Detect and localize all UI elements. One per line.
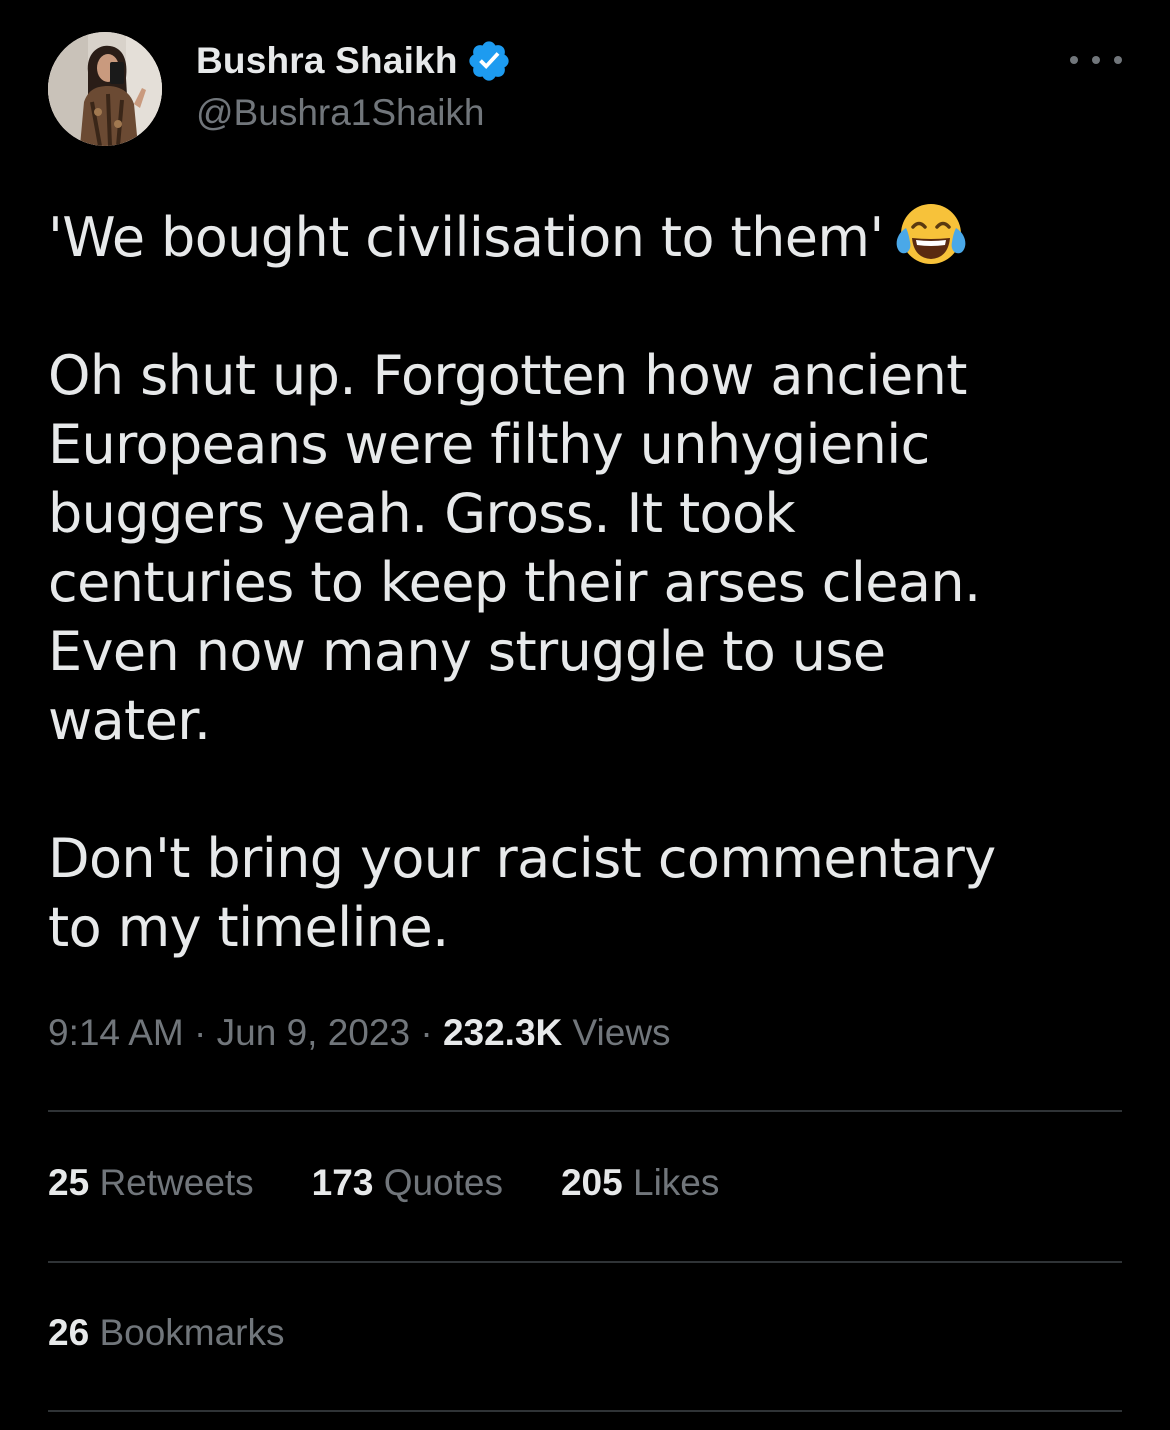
meta-separator: ·	[420, 1012, 433, 1053]
bookmarks-count: 26	[48, 1312, 90, 1353]
divider	[48, 1261, 1122, 1263]
likes-label: Likes	[633, 1162, 720, 1203]
engagement-stats: 25 Retweets 173 Quotes 205 Likes	[48, 1162, 777, 1204]
tweet-date[interactable]: Jun 9, 2023	[217, 1012, 410, 1053]
user-photo-avatar-icon	[48, 32, 162, 146]
retweets-label: Retweets	[99, 1162, 254, 1203]
verified-badge-icon[interactable]	[466, 38, 512, 84]
retweets-stat[interactable]: 25 Retweets	[48, 1162, 254, 1204]
display-name[interactable]: Bushra Shaikh	[196, 40, 458, 82]
more-dot-icon	[1114, 56, 1122, 64]
tweet-line-text: 'We bought civilisation to them'	[48, 206, 884, 269]
tweet-line: water.	[48, 689, 211, 752]
quotes-stat[interactable]: 173 Quotes	[312, 1162, 503, 1204]
more-dot-icon	[1070, 56, 1078, 64]
face-with-tears-of-joy-emoji-icon	[896, 204, 965, 264]
divider	[48, 1410, 1122, 1412]
likes-stat[interactable]: 205 Likes	[561, 1162, 719, 1204]
quotes-label: Quotes	[383, 1162, 503, 1203]
tweet-line: centuries to keep their arses clean.	[48, 551, 981, 614]
tweet-text: 'We bought civilisation to them' Oh shut…	[48, 198, 1128, 962]
divider	[48, 1110, 1122, 1112]
tweet-line: Don't bring your racist commentary	[48, 827, 996, 890]
tweet-detail: Bushra Shaikh @Bushra1Shaikh 'We bought …	[0, 0, 1170, 1430]
views-count: 232.3K	[442, 1012, 563, 1053]
tweet-meta: 9:14 AM · Jun 9, 2023 · 232.3K Views	[48, 1012, 671, 1054]
likes-count: 205	[560, 1162, 623, 1203]
tweet-line: Oh shut up. Forgotten how ancient	[48, 344, 967, 407]
retweets-count: 25	[48, 1162, 90, 1203]
tweet-line: Europeans were filthy unhygienic	[48, 413, 930, 476]
name-row: Bushra Shaikh	[196, 36, 512, 86]
bookmarks-label: Bookmarks	[99, 1312, 285, 1353]
tweet-line: Even now many struggle to use	[48, 620, 886, 683]
user-handle[interactable]: @Bushra1Shaikh	[196, 92, 485, 134]
more-dot-icon	[1092, 56, 1100, 64]
tweet-line: buggers yeah. Gross. It took	[48, 482, 796, 545]
tweet-header: Bushra Shaikh @Bushra1Shaikh	[48, 30, 1122, 146]
tweet-line: 'We bought civilisation to them'	[48, 198, 1128, 272]
avatar[interactable]	[48, 32, 162, 146]
tweet-line: to my timeline.	[48, 896, 449, 959]
meta-separator: ·	[194, 1012, 207, 1053]
views-label: Views	[572, 1012, 671, 1053]
tweet-time[interactable]: 9:14 AM	[48, 1012, 184, 1053]
quotes-count: 173	[311, 1162, 374, 1203]
bookmarks-stat[interactable]: 26 Bookmarks	[48, 1312, 285, 1354]
more-options-button[interactable]	[1070, 48, 1122, 72]
